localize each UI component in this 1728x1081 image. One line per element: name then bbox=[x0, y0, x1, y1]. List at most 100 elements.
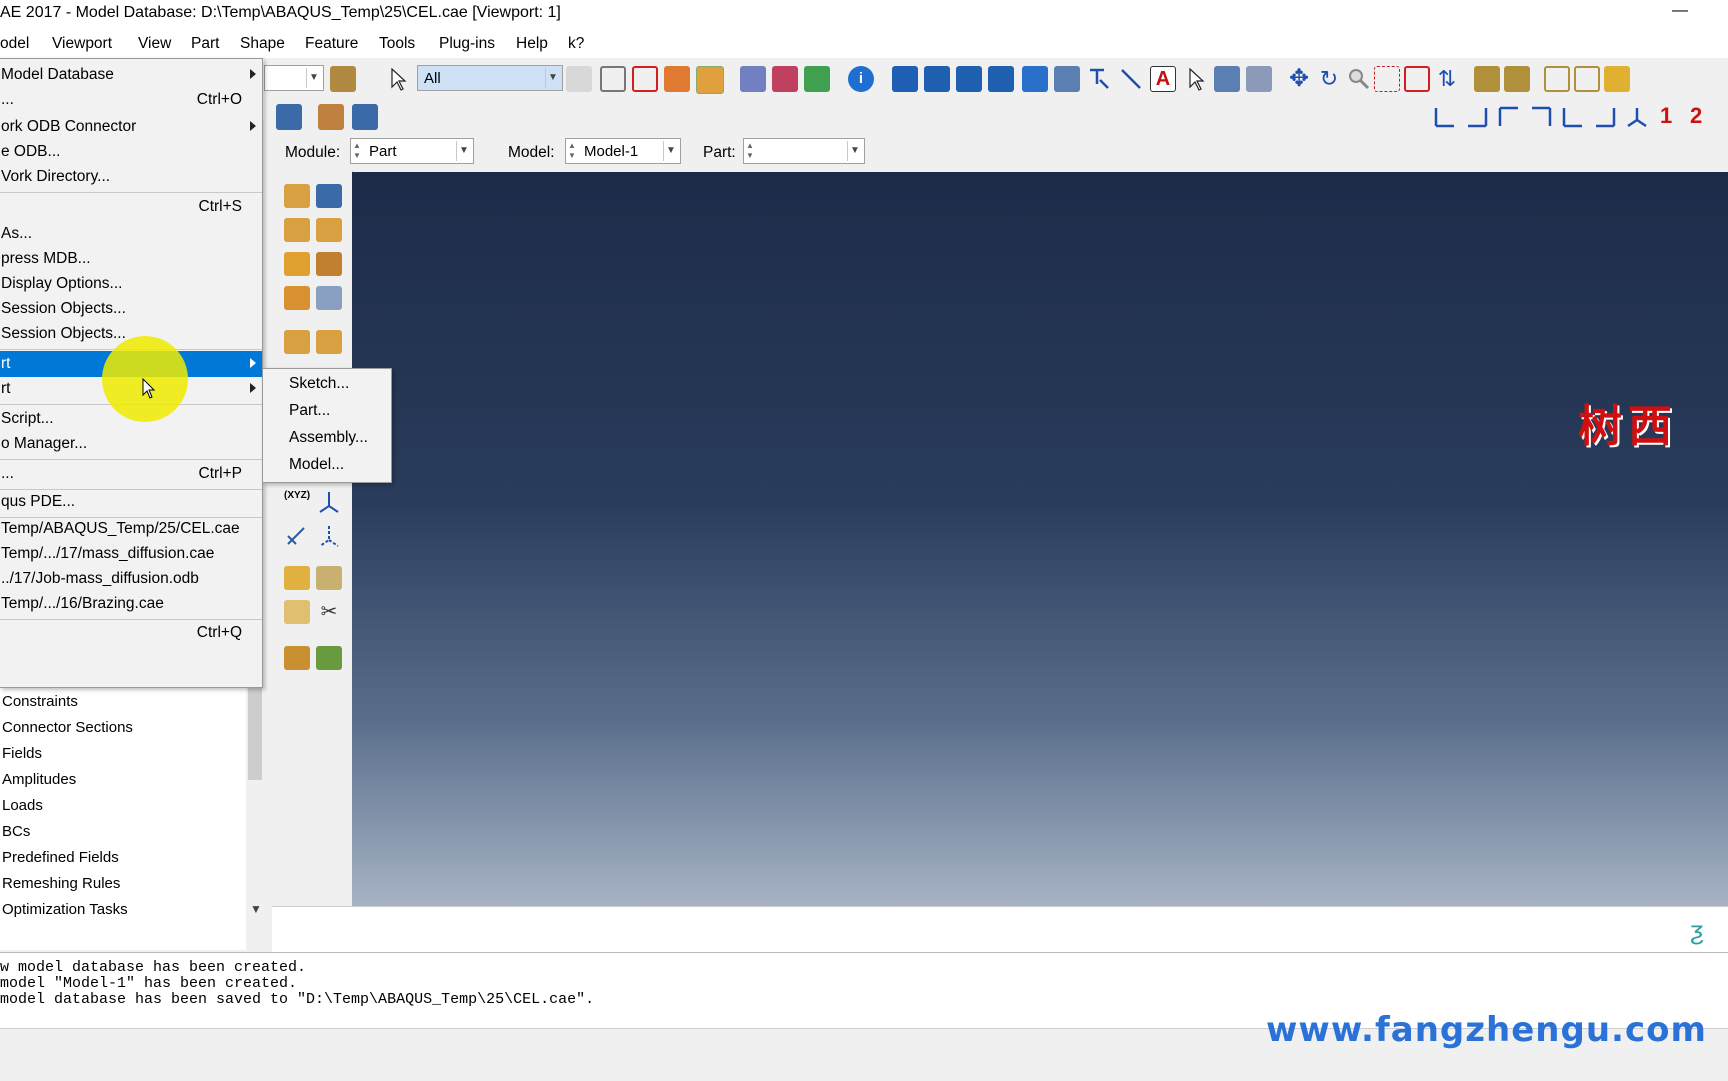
box-zoom-icon[interactable] bbox=[1374, 66, 1400, 92]
menu-view[interactable]: View bbox=[138, 35, 171, 53]
menu-viewport[interactable]: Viewport bbox=[52, 35, 112, 53]
menu-item-exit[interactable]: Ctrl+Q bbox=[0, 620, 262, 646]
rotate-icon[interactable]: ↻ bbox=[1316, 66, 1342, 92]
menu-shape[interactable]: Shape bbox=[240, 35, 285, 53]
tree-item-predefined-fields[interactable]: Predefined Fields bbox=[2, 849, 119, 866]
import-assembly[interactable]: Assembly... bbox=[289, 429, 368, 447]
iso-view-icon[interactable] bbox=[1544, 66, 1570, 92]
part-manager-icon[interactable] bbox=[318, 104, 344, 130]
query-info-icon[interactable]: i bbox=[848, 66, 874, 92]
menu-item-print[interactable]: ... Ctrl+P bbox=[0, 461, 262, 487]
pointer-icon[interactable] bbox=[1184, 66, 1210, 92]
part-manager-tool-icon[interactable] bbox=[316, 184, 342, 208]
select-arrow-icon[interactable] bbox=[388, 66, 408, 92]
menu-help[interactable]: Help bbox=[516, 35, 548, 53]
hidden-line-icon[interactable] bbox=[772, 66, 798, 92]
menu-part[interactable]: Part bbox=[191, 35, 219, 53]
highlight-icon[interactable] bbox=[696, 66, 724, 94]
selection-filter-combo[interactable]: All ▼ bbox=[417, 65, 563, 91]
tree-item-connector-sections[interactable]: Connector Sections bbox=[2, 719, 133, 736]
repair-icon[interactable] bbox=[316, 286, 342, 310]
view-zy-icon[interactable] bbox=[1528, 104, 1554, 130]
viewport-link-icon[interactable] bbox=[1022, 66, 1048, 92]
view-xy-icon[interactable] bbox=[1432, 104, 1458, 130]
viewport-tile-v-icon[interactable] bbox=[988, 66, 1014, 92]
menu-item-set-work-directory[interactable]: Vork Directory... bbox=[0, 164, 262, 190]
select-toggle-icon[interactable] bbox=[566, 66, 592, 92]
menu-item-save[interactable]: Ctrl+S bbox=[0, 194, 262, 220]
round-fillet-icon[interactable] bbox=[316, 252, 342, 276]
perspective-icon[interactable] bbox=[1504, 66, 1530, 92]
viewport-annotation-icon[interactable] bbox=[1054, 66, 1080, 92]
recent-file-item[interactable]: ../17/Job-mass_diffusion.odb bbox=[0, 566, 262, 592]
partition-icon[interactable] bbox=[664, 66, 690, 92]
view-cycle-2-button[interactable]: 2 bbox=[1690, 103, 1702, 129]
view-yz-icon[interactable] bbox=[1496, 104, 1522, 130]
viewport-single-icon[interactable] bbox=[892, 66, 918, 92]
part-display-combo[interactable]: ▼ bbox=[264, 65, 324, 91]
solid-view-icon[interactable] bbox=[1604, 66, 1630, 92]
tree-item-bcs[interactable]: BCs bbox=[2, 823, 30, 840]
scroll-down-icon[interactable]: ▼ bbox=[250, 902, 262, 916]
model-tree-icon[interactable] bbox=[276, 104, 302, 130]
auto-fit-icon[interactable] bbox=[1404, 66, 1430, 92]
table-icon[interactable] bbox=[1214, 66, 1240, 92]
tree-item-loads[interactable]: Loads bbox=[2, 797, 43, 814]
front-view-icon[interactable] bbox=[1574, 66, 1600, 92]
menu-item-macro-manager[interactable]: o Manager... bbox=[0, 431, 262, 457]
render-style-icon[interactable] bbox=[330, 66, 356, 92]
cycle-views-icon[interactable]: ⇅ bbox=[1434, 66, 1460, 92]
attributes-icon[interactable] bbox=[284, 600, 310, 624]
view-zx-icon[interactable] bbox=[1560, 104, 1586, 130]
module-select[interactable]: ▲ ▼ Part ▼ bbox=[350, 138, 474, 164]
tree-item-optimization-tasks[interactable]: Optimization Tasks bbox=[2, 901, 128, 918]
list-icon[interactable] bbox=[1246, 66, 1272, 92]
minimize-button[interactable]: — bbox=[1672, 2, 1688, 20]
view-iso-axes-icon[interactable] bbox=[1624, 104, 1650, 130]
annotation-text-icon[interactable] bbox=[1086, 66, 1112, 92]
solid-extrude-icon[interactable] bbox=[284, 218, 310, 242]
virtual-topology-icon[interactable] bbox=[284, 566, 310, 590]
viewport-cascade-icon[interactable] bbox=[924, 66, 950, 92]
recent-file-item[interactable]: Temp/ABAQUS_Temp/25/CEL.cae bbox=[0, 516, 262, 542]
view-yx-icon[interactable] bbox=[1464, 104, 1490, 130]
menu-item-save-display-options[interactable]: Display Options... bbox=[0, 271, 262, 297]
datum-plane-icon[interactable] bbox=[316, 330, 342, 354]
import-sketch[interactable]: Sketch... bbox=[289, 375, 349, 393]
annotation-arrow-icon[interactable] bbox=[1118, 66, 1144, 92]
geometry-edit-icon[interactable] bbox=[316, 566, 342, 590]
pan-icon[interactable]: ✥ bbox=[1286, 66, 1312, 92]
menu-item-network-odb-connector[interactable]: ork ODB Connector bbox=[0, 114, 262, 140]
wireframe-icon[interactable] bbox=[740, 66, 766, 92]
view-cycle-1-button[interactable]: 1 bbox=[1660, 103, 1672, 129]
menu-feature[interactable]: Feature bbox=[305, 35, 358, 53]
menu-file[interactable]: odel bbox=[0, 35, 29, 53]
results-tree-icon[interactable] bbox=[352, 104, 378, 130]
view-xz-icon[interactable] bbox=[1592, 104, 1618, 130]
viewport-tile-h-icon[interactable] bbox=[956, 66, 982, 92]
menu-item-open[interactable]: ... Ctrl+O bbox=[0, 87, 262, 113]
reference-point-icon[interactable] bbox=[284, 524, 310, 548]
zoom-icon[interactable] bbox=[1346, 66, 1372, 92]
datum-axis-2-icon[interactable] bbox=[316, 524, 342, 548]
menu-item-save-session-objects[interactable]: Session Objects... bbox=[0, 296, 262, 322]
part-select[interactable]: ▲ ▼ ▼ bbox=[743, 138, 865, 164]
recent-file-item[interactable]: Temp/.../17/mass_diffusion.cae bbox=[0, 541, 262, 567]
model-select[interactable]: ▲ ▼ Model-1 ▼ bbox=[565, 138, 681, 164]
datum-csys-icon[interactable]: (XYZ) bbox=[284, 490, 310, 514]
menu-item-compress-mdb[interactable]: press MDB... bbox=[0, 246, 262, 272]
tree-item-fields[interactable]: Fields bbox=[2, 745, 42, 762]
menu-plugins[interactable]: Plug-ins bbox=[439, 35, 495, 53]
tree-item-amplitudes[interactable]: Amplitudes bbox=[2, 771, 76, 788]
select-box-icon[interactable] bbox=[600, 66, 626, 92]
recent-file-item[interactable]: Temp/.../16/Brazing.cae bbox=[0, 591, 262, 617]
tree-item-constraints[interactable]: Constraints bbox=[2, 693, 78, 710]
shell-extrude-icon[interactable] bbox=[316, 218, 342, 242]
tree-item-remeshing-rules[interactable]: Remeshing Rules bbox=[2, 875, 120, 892]
import-model[interactable]: Model... bbox=[289, 456, 344, 474]
menu-item-abaqus-pde[interactable]: qus PDE... bbox=[0, 489, 262, 515]
menu-item-save-as[interactable]: As... bbox=[0, 221, 262, 247]
cut-extrude-icon[interactable] bbox=[284, 252, 310, 276]
menu-item-model-database[interactable]: Model Database bbox=[0, 62, 262, 88]
partition-cell-icon[interactable] bbox=[284, 286, 310, 310]
